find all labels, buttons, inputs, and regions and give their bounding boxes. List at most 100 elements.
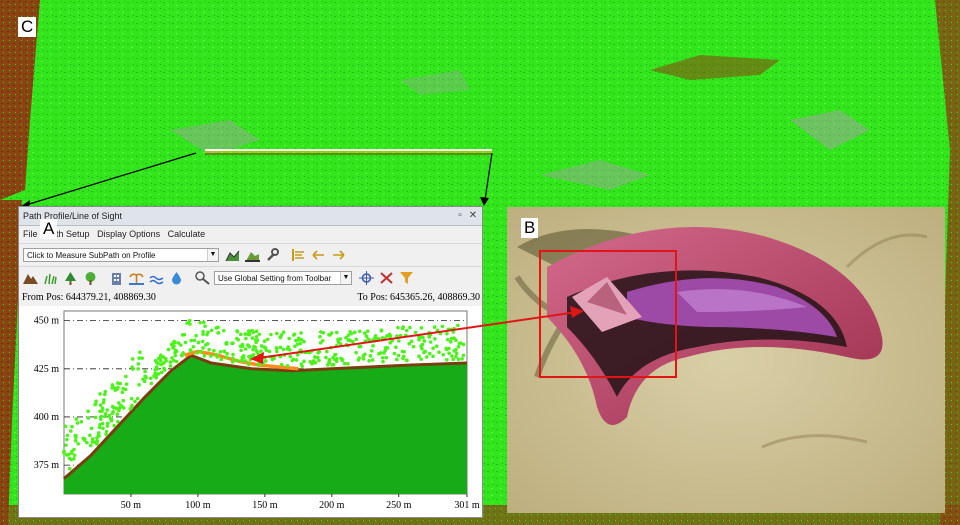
swap-right-icon[interactable] bbox=[331, 248, 346, 262]
vegetation-point bbox=[424, 355, 429, 359]
measure-icon[interactable] bbox=[195, 271, 210, 285]
vegetation-point bbox=[302, 359, 306, 364]
vegetation-point bbox=[327, 332, 331, 337]
vegetation-point bbox=[222, 328, 226, 333]
vegetation-point bbox=[401, 356, 405, 361]
profile-area-icon[interactable] bbox=[225, 248, 240, 262]
vegetation-point bbox=[257, 359, 261, 364]
vegetation-point bbox=[73, 433, 78, 438]
building-icon[interactable] bbox=[109, 271, 124, 285]
profile-chart[interactable]: 450 m 425 m 400 m 375 m 50 m 100 m 150 m 200 m… bbox=[19, 306, 482, 517]
vegetation-point bbox=[98, 403, 103, 407]
to-position: To Pos: 645365.26, 408869.30 bbox=[357, 292, 480, 303]
menu-calculate[interactable]: Calculate bbox=[168, 229, 206, 239]
vegetation-point bbox=[187, 318, 192, 323]
menu-display-options[interactable]: Display Options bbox=[97, 229, 160, 239]
vegetation-point bbox=[240, 342, 245, 347]
vegetation-point bbox=[281, 330, 286, 334]
vegetation-point bbox=[455, 323, 460, 328]
vegetation-point bbox=[384, 355, 389, 360]
vegetation-point bbox=[173, 350, 177, 355]
align-left-icon[interactable] bbox=[291, 248, 306, 262]
vegetation-point bbox=[231, 356, 235, 361]
vegetation-point bbox=[120, 390, 125, 395]
vegetation-point bbox=[294, 338, 298, 343]
vegetation-point bbox=[73, 438, 78, 443]
vegetation-point bbox=[366, 337, 370, 341]
vegetation-point bbox=[74, 417, 79, 421]
vegetation-point bbox=[129, 405, 134, 410]
vegetation-point bbox=[162, 368, 167, 372]
vegetation-point bbox=[422, 339, 427, 343]
water-drop-icon[interactable] bbox=[169, 271, 184, 285]
vegetation-point bbox=[196, 340, 201, 345]
restore-icon[interactable]: ▫ bbox=[454, 207, 466, 225]
palm-icon[interactable] bbox=[129, 271, 144, 285]
vegetation-point bbox=[235, 329, 239, 333]
mountain-icon[interactable] bbox=[23, 271, 38, 285]
swap-left-icon[interactable] bbox=[311, 248, 326, 262]
scissors-icon[interactable] bbox=[379, 271, 394, 285]
vegetation-point bbox=[98, 392, 102, 396]
vegetation-point bbox=[382, 351, 386, 355]
vegetation-point bbox=[109, 417, 114, 422]
vegetation-point bbox=[369, 349, 374, 353]
vegetation-point bbox=[428, 351, 432, 356]
vegetation-point bbox=[397, 339, 401, 343]
vegetation-point bbox=[189, 338, 194, 343]
vegetation-point bbox=[315, 355, 320, 360]
vegetation-point bbox=[135, 396, 140, 401]
grass-icon[interactable] bbox=[43, 271, 58, 285]
vegetation-point bbox=[172, 358, 176, 363]
vegetation-point bbox=[334, 359, 339, 364]
vegetation-point bbox=[243, 347, 248, 351]
vegetation-point bbox=[402, 349, 406, 354]
profile-fill-icon[interactable] bbox=[245, 248, 260, 262]
vegetation-point bbox=[295, 352, 300, 357]
vegetation-point bbox=[299, 331, 303, 335]
vegetation-point bbox=[130, 357, 135, 361]
vegetation-point bbox=[103, 389, 108, 394]
vegetation-point bbox=[144, 375, 148, 380]
vegetation-point bbox=[180, 333, 185, 337]
vegetation-point bbox=[381, 359, 385, 364]
vegetation-point bbox=[110, 411, 115, 416]
wrench-icon[interactable] bbox=[265, 248, 280, 262]
vegetation-point bbox=[251, 330, 256, 335]
vegetation-point bbox=[255, 338, 260, 343]
vegetation-point bbox=[420, 342, 425, 347]
vegetation-point bbox=[116, 419, 120, 424]
subpath-combo[interactable]: Click to Measure SubPath on Profile ▼ bbox=[23, 248, 219, 262]
vegetation-point bbox=[444, 346, 449, 351]
vegetation-point bbox=[247, 344, 252, 349]
filter-icon[interactable] bbox=[399, 271, 414, 285]
water-icon[interactable] bbox=[149, 271, 164, 285]
vegetation-point bbox=[106, 421, 110, 426]
vegetation-point bbox=[354, 337, 359, 342]
vegetation-point bbox=[104, 429, 109, 434]
vegetation-point bbox=[340, 358, 345, 363]
vegetation-point bbox=[66, 452, 71, 457]
close-icon[interactable]: ✕ bbox=[467, 207, 479, 225]
global-setting-combo[interactable]: Use Global Setting from Toolbar ▼ bbox=[214, 271, 352, 285]
vegetation-point bbox=[446, 327, 451, 332]
vegetation-point bbox=[450, 354, 454, 358]
vegetation-point bbox=[294, 358, 299, 362]
vegetation-point bbox=[268, 354, 273, 359]
vegetation-point bbox=[392, 351, 397, 356]
tree-icon[interactable] bbox=[63, 271, 78, 285]
vegetation-point bbox=[107, 413, 112, 418]
vegetation-point bbox=[92, 440, 97, 444]
menu-file[interactable]: File bbox=[23, 229, 38, 239]
vegetation-point bbox=[438, 331, 443, 336]
vegetation-point bbox=[136, 367, 140, 371]
vegetation-point bbox=[407, 341, 411, 346]
vegetation-point bbox=[259, 349, 263, 353]
vegetation-point bbox=[153, 358, 158, 363]
vegetation-point bbox=[168, 360, 173, 364]
vegetation-point bbox=[331, 355, 335, 360]
vegetation-point bbox=[121, 386, 125, 391]
vegetation-point bbox=[404, 333, 408, 338]
crosshair-icon[interactable] bbox=[359, 271, 374, 285]
deciduous-tree-icon[interactable] bbox=[83, 271, 98, 285]
